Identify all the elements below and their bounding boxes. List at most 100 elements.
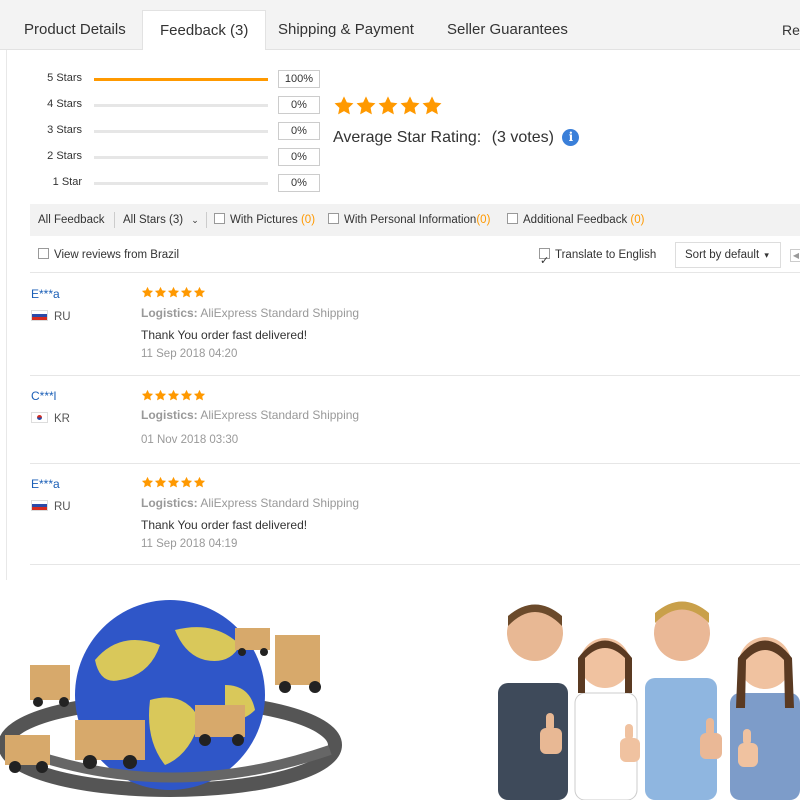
person-figure (730, 637, 800, 800)
russia-flag-icon (31, 500, 48, 511)
star-icon (193, 476, 206, 488)
star-icon (180, 389, 193, 401)
south-korea-flag-icon (31, 412, 48, 423)
filter-with-personal-info[interactable]: With Personal Information(0) (328, 204, 490, 236)
star-icon (400, 96, 420, 115)
checkbox-checked-icon[interactable] (539, 245, 550, 277)
review-options-row: View reviews from Brazil Translate to En… (30, 239, 800, 277)
histogram-label: 3 Stars (47, 124, 82, 136)
histogram-label: 5 Stars (47, 72, 82, 84)
star-icon (141, 286, 154, 298)
histogram-row-5: 5 Stars 100% (30, 69, 330, 89)
view-from-brazil-toggle[interactable]: View reviews from Brazil (38, 239, 179, 271)
review-logistics: Logistics: AliExpress Standard Shipping (141, 306, 359, 320)
histogram-percent: 0% (278, 148, 320, 166)
histogram-label: 2 Stars (47, 150, 82, 162)
histogram-fill (94, 78, 268, 81)
filter-all-stars-dropdown[interactable]: All Stars (3) ⌄ (123, 204, 199, 236)
histogram-row-3: 3 Stars 0% (30, 121, 330, 141)
additional-count: 0 (634, 214, 641, 226)
filter-all-feedback[interactable]: All Feedback (38, 204, 104, 236)
logistics-value: AliExpress Standard Shipping (200, 408, 360, 422)
histogram-percent: 0% (278, 122, 320, 140)
country-code: RU (54, 501, 71, 513)
histogram-row-1: 1 Star 0% (30, 173, 330, 193)
star-icon (180, 286, 193, 298)
histogram-track (94, 130, 268, 133)
checkbox-icon[interactable] (38, 248, 49, 259)
histogram-percent: 100% (278, 70, 320, 88)
star-icon (154, 286, 167, 298)
divider (114, 212, 115, 228)
average-rating-label: Average Star Rating: (333, 129, 482, 146)
histogram-row-2: 2 Stars 0% (30, 147, 330, 167)
divider (206, 212, 207, 228)
review-username[interactable]: E***a (31, 287, 60, 301)
review-logistics: Logistics: AliExpress Standard Shipping (141, 408, 359, 422)
logistics-label: Logistics: (141, 496, 198, 510)
checkbox-icon[interactable] (507, 213, 518, 224)
globe-shipping-illustration (0, 600, 342, 797)
star-icon (154, 389, 167, 401)
filter-additional-feedback[interactable]: Additional Feedback (0) (507, 204, 645, 236)
tab-report-truncated[interactable]: Rep (782, 10, 800, 50)
histogram-track (94, 182, 268, 185)
sort-dropdown[interactable]: Sort by default ▾ (675, 242, 781, 268)
translate-toggle[interactable]: Translate to English (539, 239, 657, 277)
logistics-label: Logistics: (141, 306, 198, 320)
person-figure (645, 601, 717, 800)
info-icon[interactable]: i (562, 129, 580, 146)
translate-label: Translate to English (555, 249, 657, 261)
person-figure (498, 604, 568, 800)
delivery-truck-icon (30, 665, 70, 707)
histogram-track (94, 156, 268, 159)
logistics-value: AliExpress Standard Shipping (200, 496, 360, 510)
tab-bar: Product Details Feedback (3) Shipping & … (0, 0, 800, 51)
delivery-truck-icon (275, 635, 321, 693)
checkbox-icon[interactable] (328, 213, 339, 224)
review-stars (141, 389, 206, 403)
tab-product-details[interactable]: Product Details (7, 10, 143, 50)
review-text: Thank You order fast delivered! (141, 328, 308, 342)
histogram-label: 1 Star (52, 176, 82, 188)
with-personal-count: 0 (480, 214, 487, 226)
prev-page-icon[interactable]: ◀ (790, 249, 800, 262)
filter-with-pictures[interactable]: With Pictures (0) (214, 204, 315, 236)
review-stars (141, 286, 206, 300)
tab-shipping-payment[interactable]: Shipping & Payment (261, 10, 431, 50)
review-item: E***a RU Logistics: AliExpress Standard … (30, 463, 800, 565)
view-from-label: View reviews from Brazil (54, 249, 180, 261)
average-star-rating (333, 95, 443, 121)
star-icon (167, 389, 180, 401)
review-stars (141, 476, 206, 490)
tab-feedback[interactable]: Feedback (3) (142, 10, 267, 51)
with-personal-label: With Personal Information (344, 214, 477, 226)
star-icon (167, 476, 180, 488)
star-icon (154, 476, 167, 488)
tab-seller-guarantees[interactable]: Seller Guarantees (430, 10, 585, 50)
average-rating-text: Average Star Rating: (3 votes) i (333, 129, 580, 147)
review-username[interactable]: E***a (31, 477, 60, 491)
review-country: RU (31, 500, 71, 513)
sort-label: Sort by default (685, 249, 760, 261)
star-icon (422, 96, 442, 115)
review-item: E***a RU Logistics: AliExpress Standard … (30, 272, 800, 375)
review-date: 11 Sep 2018 04:19 (141, 538, 238, 550)
review-username[interactable]: C***l (31, 389, 56, 403)
star-icon (334, 96, 354, 115)
country-code: RU (54, 311, 71, 323)
histogram-label: 4 Stars (47, 98, 82, 110)
histogram-track (94, 104, 268, 107)
review-country: KR (31, 412, 70, 425)
country-code: KR (54, 413, 70, 425)
review-logistics: Logistics: AliExpress Standard Shipping (141, 496, 359, 510)
checkbox-icon[interactable] (214, 213, 225, 224)
review-date: 11 Sep 2018 04:20 (141, 348, 238, 360)
review-text: Thank You order fast delivered! (141, 518, 308, 532)
additional-label: Additional Feedback (523, 214, 628, 226)
star-icon (180, 476, 193, 488)
star-icon (193, 389, 206, 401)
star-icon (167, 286, 180, 298)
review-date: 01 Nov 2018 03:30 (141, 434, 239, 446)
logistics-label: Logistics: (141, 408, 198, 422)
